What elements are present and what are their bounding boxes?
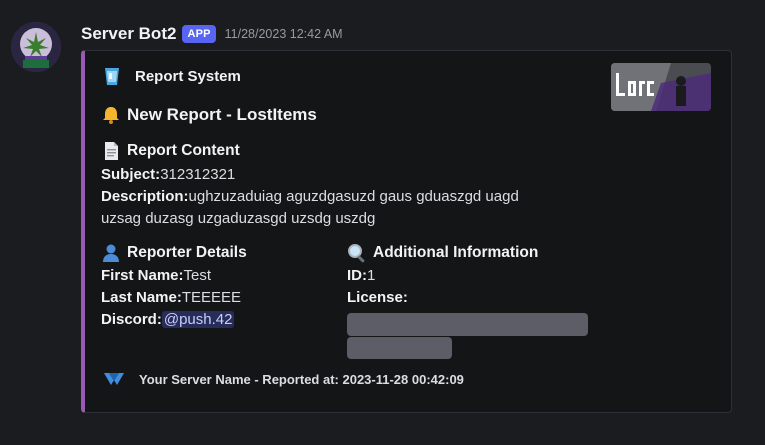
- embed-author: Report System: [103, 65, 241, 87]
- report-content-field: Report Content Subject:312312321 Descrip…: [101, 141, 561, 230]
- description-line: Description:ughzuzaduiag aguzdgasuzd gau…: [101, 186, 561, 208]
- report-content-heading-text: Report Content: [127, 142, 240, 159]
- additional-info-heading-text: Additional Information: [373, 244, 539, 261]
- last-name-label: Last Name:: [101, 289, 182, 306]
- embed-footer: Your Server Name - Reported at: 2023-11-…: [103, 371, 464, 387]
- report-embed: Report System New Report - LostItems Rep…: [81, 50, 732, 413]
- id-value: 1: [367, 267, 376, 284]
- discord-label: Discord:: [101, 311, 162, 328]
- ice-cube-icon: [103, 65, 121, 87]
- additional-info-field: Additional Information ID:1 License:: [347, 243, 597, 309]
- license-line: License:: [347, 287, 597, 309]
- embed-title-text: New Report - LostItems: [127, 105, 317, 124]
- embed-thumbnail[interactable]: [611, 63, 711, 111]
- description-label: Description:: [101, 188, 189, 205]
- reporter-details-heading-text: Reporter Details: [127, 244, 247, 261]
- first-name-line: First Name:Test: [101, 265, 331, 287]
- page-icon: [101, 141, 121, 161]
- reporter-details-field: Reporter Details First Name:Test Last Na…: [101, 243, 331, 331]
- description-line-2: uzsag duzasg uzgaduzasgd uzsdg uszdg: [101, 208, 561, 230]
- app-badge: APP: [182, 25, 216, 43]
- license-label: License:: [347, 289, 408, 306]
- additional-info-heading: Additional Information: [347, 243, 597, 263]
- description-value: ughzuzaduiag aguzdgasuzd gaus gduaszgd u…: [188, 188, 519, 205]
- subject-value: 312312321: [160, 166, 236, 183]
- id-label: ID:: [347, 267, 367, 284]
- discord-line: Discord: @push.42: [101, 309, 331, 331]
- magnifier-icon: [347, 243, 367, 263]
- first-name-value: Test: [183, 267, 212, 284]
- server-logo-icon: [103, 371, 125, 387]
- person-icon: [101, 243, 121, 263]
- embed-author-name[interactable]: Report System: [135, 68, 241, 85]
- license-spoiler-continued[interactable]: [347, 337, 452, 359]
- subject-line: Subject:312312321: [101, 164, 561, 186]
- bot-avatar[interactable]: [11, 22, 61, 72]
- first-name-label: First Name:: [101, 267, 184, 284]
- discord-mention[interactable]: @push.42: [161, 311, 235, 328]
- last-name-value: TEEEEE: [181, 289, 242, 306]
- message-header: Server Bot2 APP 11/28/2023 12:42 AM: [81, 23, 343, 45]
- description-value-continued: uzsag duzasg uzgaduzasgd uzsdg uszdg: [101, 210, 376, 227]
- bell-icon: [101, 105, 121, 125]
- embed-title: New Report - LostItems: [101, 105, 317, 125]
- subject-label: Subject:: [101, 166, 161, 183]
- message-timestamp[interactable]: 11/28/2023 12:42 AM: [225, 27, 343, 41]
- id-line: ID:1: [347, 265, 597, 287]
- footer-text: Your Server Name - Reported at: 2023-11-…: [139, 371, 464, 387]
- report-content-heading: Report Content: [101, 141, 561, 161]
- author-name[interactable]: Server Bot2: [81, 24, 176, 44]
- chat-message: Server Bot2 APP 11/28/2023 12:42 AM Repo…: [0, 0, 765, 445]
- last-name-line: Last Name:TEEEEE: [101, 287, 331, 309]
- reporter-details-heading: Reporter Details: [101, 243, 331, 263]
- license-spoiler[interactable]: [347, 313, 588, 336]
